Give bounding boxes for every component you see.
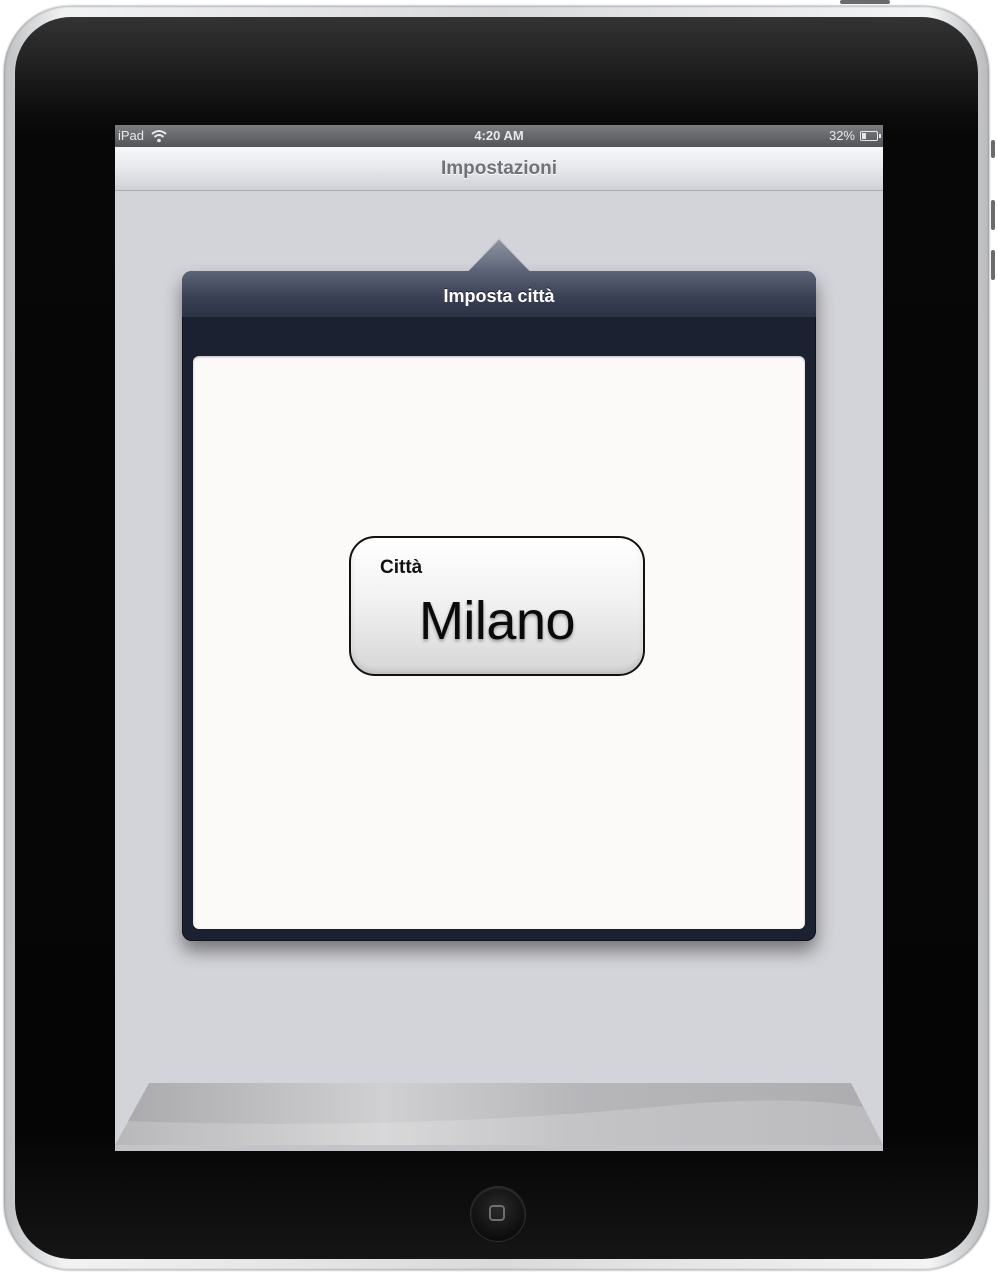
popover-header: Imposta città: [182, 271, 816, 317]
nav-title: Impostazioni: [440, 158, 558, 179]
volume-down-button: [991, 250, 995, 280]
popover-title: Imposta città: [443, 286, 555, 306]
home-square-icon: [489, 1205, 505, 1221]
popover: Imposta città Città Milano: [182, 271, 816, 941]
popover-arrow-icon: [465, 238, 533, 274]
shelf-decoration: [115, 1083, 883, 1151]
popover-content: Città Milano: [193, 356, 805, 929]
mute-switch: [991, 140, 995, 158]
battery-percent: 32%: [828, 128, 855, 143]
battery-level-fill: [862, 133, 866, 139]
battery-icon: [860, 131, 881, 141]
city-label: Città: [380, 557, 423, 578]
status-time: 4:20 AM: [474, 128, 524, 143]
home-button[interactable]: [471, 1187, 525, 1241]
sleep-wake-button: [840, 0, 890, 4]
city-value: Milano: [418, 591, 576, 651]
volume-up-button: [991, 200, 995, 230]
status-bar: iPad 4:20 AM 32%: [115, 125, 883, 147]
navigation-bar: Impostazioni: [115, 147, 883, 191]
battery-tip: [879, 134, 881, 138]
ipad-screen: iPad 4:20 AM 32% Impostazioni Imposta ci…: [115, 125, 883, 1151]
city-button[interactable]: Città Milano: [349, 536, 645, 676]
